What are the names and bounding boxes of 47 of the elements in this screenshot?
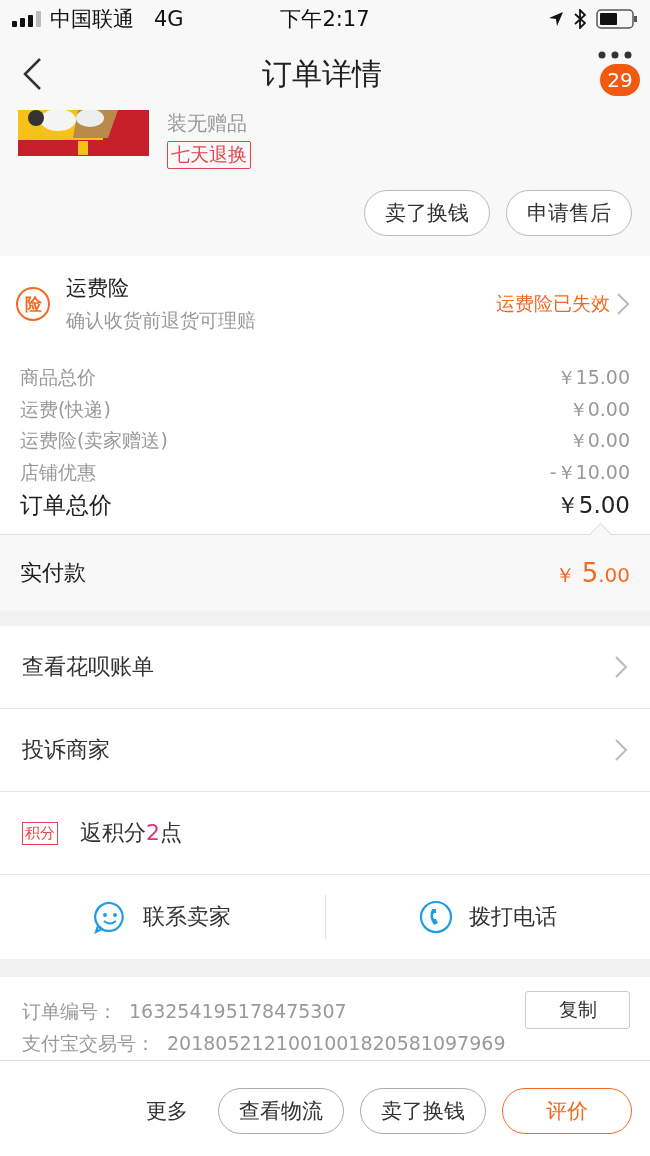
price-label: 商品总价 (20, 365, 96, 390)
page-title: 订单详情 (261, 54, 383, 93)
product-action-button[interactable]: 卖了换钱 (364, 190, 490, 236)
product-action-button[interactable]: 申请售后 (506, 190, 632, 236)
location-icon (548, 11, 564, 27)
price-value: ￥15.00 (556, 365, 630, 390)
total-value: ￥5.00 (555, 491, 630, 520)
paid-amount: ￥ 5.00 (555, 557, 630, 589)
carrier-name: 中国联通 (50, 6, 134, 33)
copy-button[interactable]: 复制 (525, 991, 630, 1029)
points-text: 返积分2点 (80, 819, 182, 847)
phone-icon (418, 900, 453, 934)
price-label: 运费(快递) (20, 396, 111, 422)
price-value: -￥10.00 (549, 459, 630, 485)
battery-icon (596, 9, 638, 29)
order-action-button[interactable]: 卖了换钱 (360, 1088, 486, 1134)
back-icon (22, 57, 42, 91)
order-action-button[interactable]: 查看物流 (218, 1088, 344, 1134)
insurance-description: 确认收货前退货可理赔 (66, 308, 257, 333)
price-label: 运费险(卖家赠送) (20, 428, 168, 453)
points-tag: 积分 (22, 821, 58, 845)
price-value: ￥0.00 (568, 428, 630, 453)
price-label: 店铺优惠 (20, 459, 96, 485)
chevron-right-icon (616, 292, 630, 316)
chevron-right-icon (614, 655, 628, 679)
paid-label: 实付款 (20, 559, 86, 587)
contact-button[interactable]: 联系卖家 (0, 875, 325, 959)
bluetooth-icon (574, 9, 586, 29)
clock-time: 下午2:17 (280, 7, 370, 31)
order-info-label: 支付宝交易号： (22, 1031, 155, 1056)
insurance-title: 运费险 (66, 275, 130, 302)
network-type: 4G (154, 7, 184, 31)
signal-icon (12, 11, 42, 27)
product-title: 装无赠品 (167, 110, 248, 137)
insurance-icon: 险 (16, 287, 50, 321)
contact-button[interactable]: 拨打电话 (325, 875, 650, 959)
menu-item[interactable]: 投诉商家 (0, 709, 650, 792)
order-info-label: 订单编号： (22, 999, 117, 1024)
menu-item[interactable]: 查看花呗账单 (0, 626, 650, 709)
order-info-value: 163254195178475307 (129, 999, 347, 1024)
order-info-value: 2018052121001001820581097969 (167, 1031, 506, 1056)
chevron-right-icon (614, 738, 628, 762)
return-policy-tag: 七天退换 (167, 141, 251, 169)
notification-badge: 29 (600, 64, 640, 96)
price-value: ￥0.00 (568, 396, 630, 422)
more-icon (598, 51, 632, 59)
total-label: 订单总价 (20, 491, 112, 520)
